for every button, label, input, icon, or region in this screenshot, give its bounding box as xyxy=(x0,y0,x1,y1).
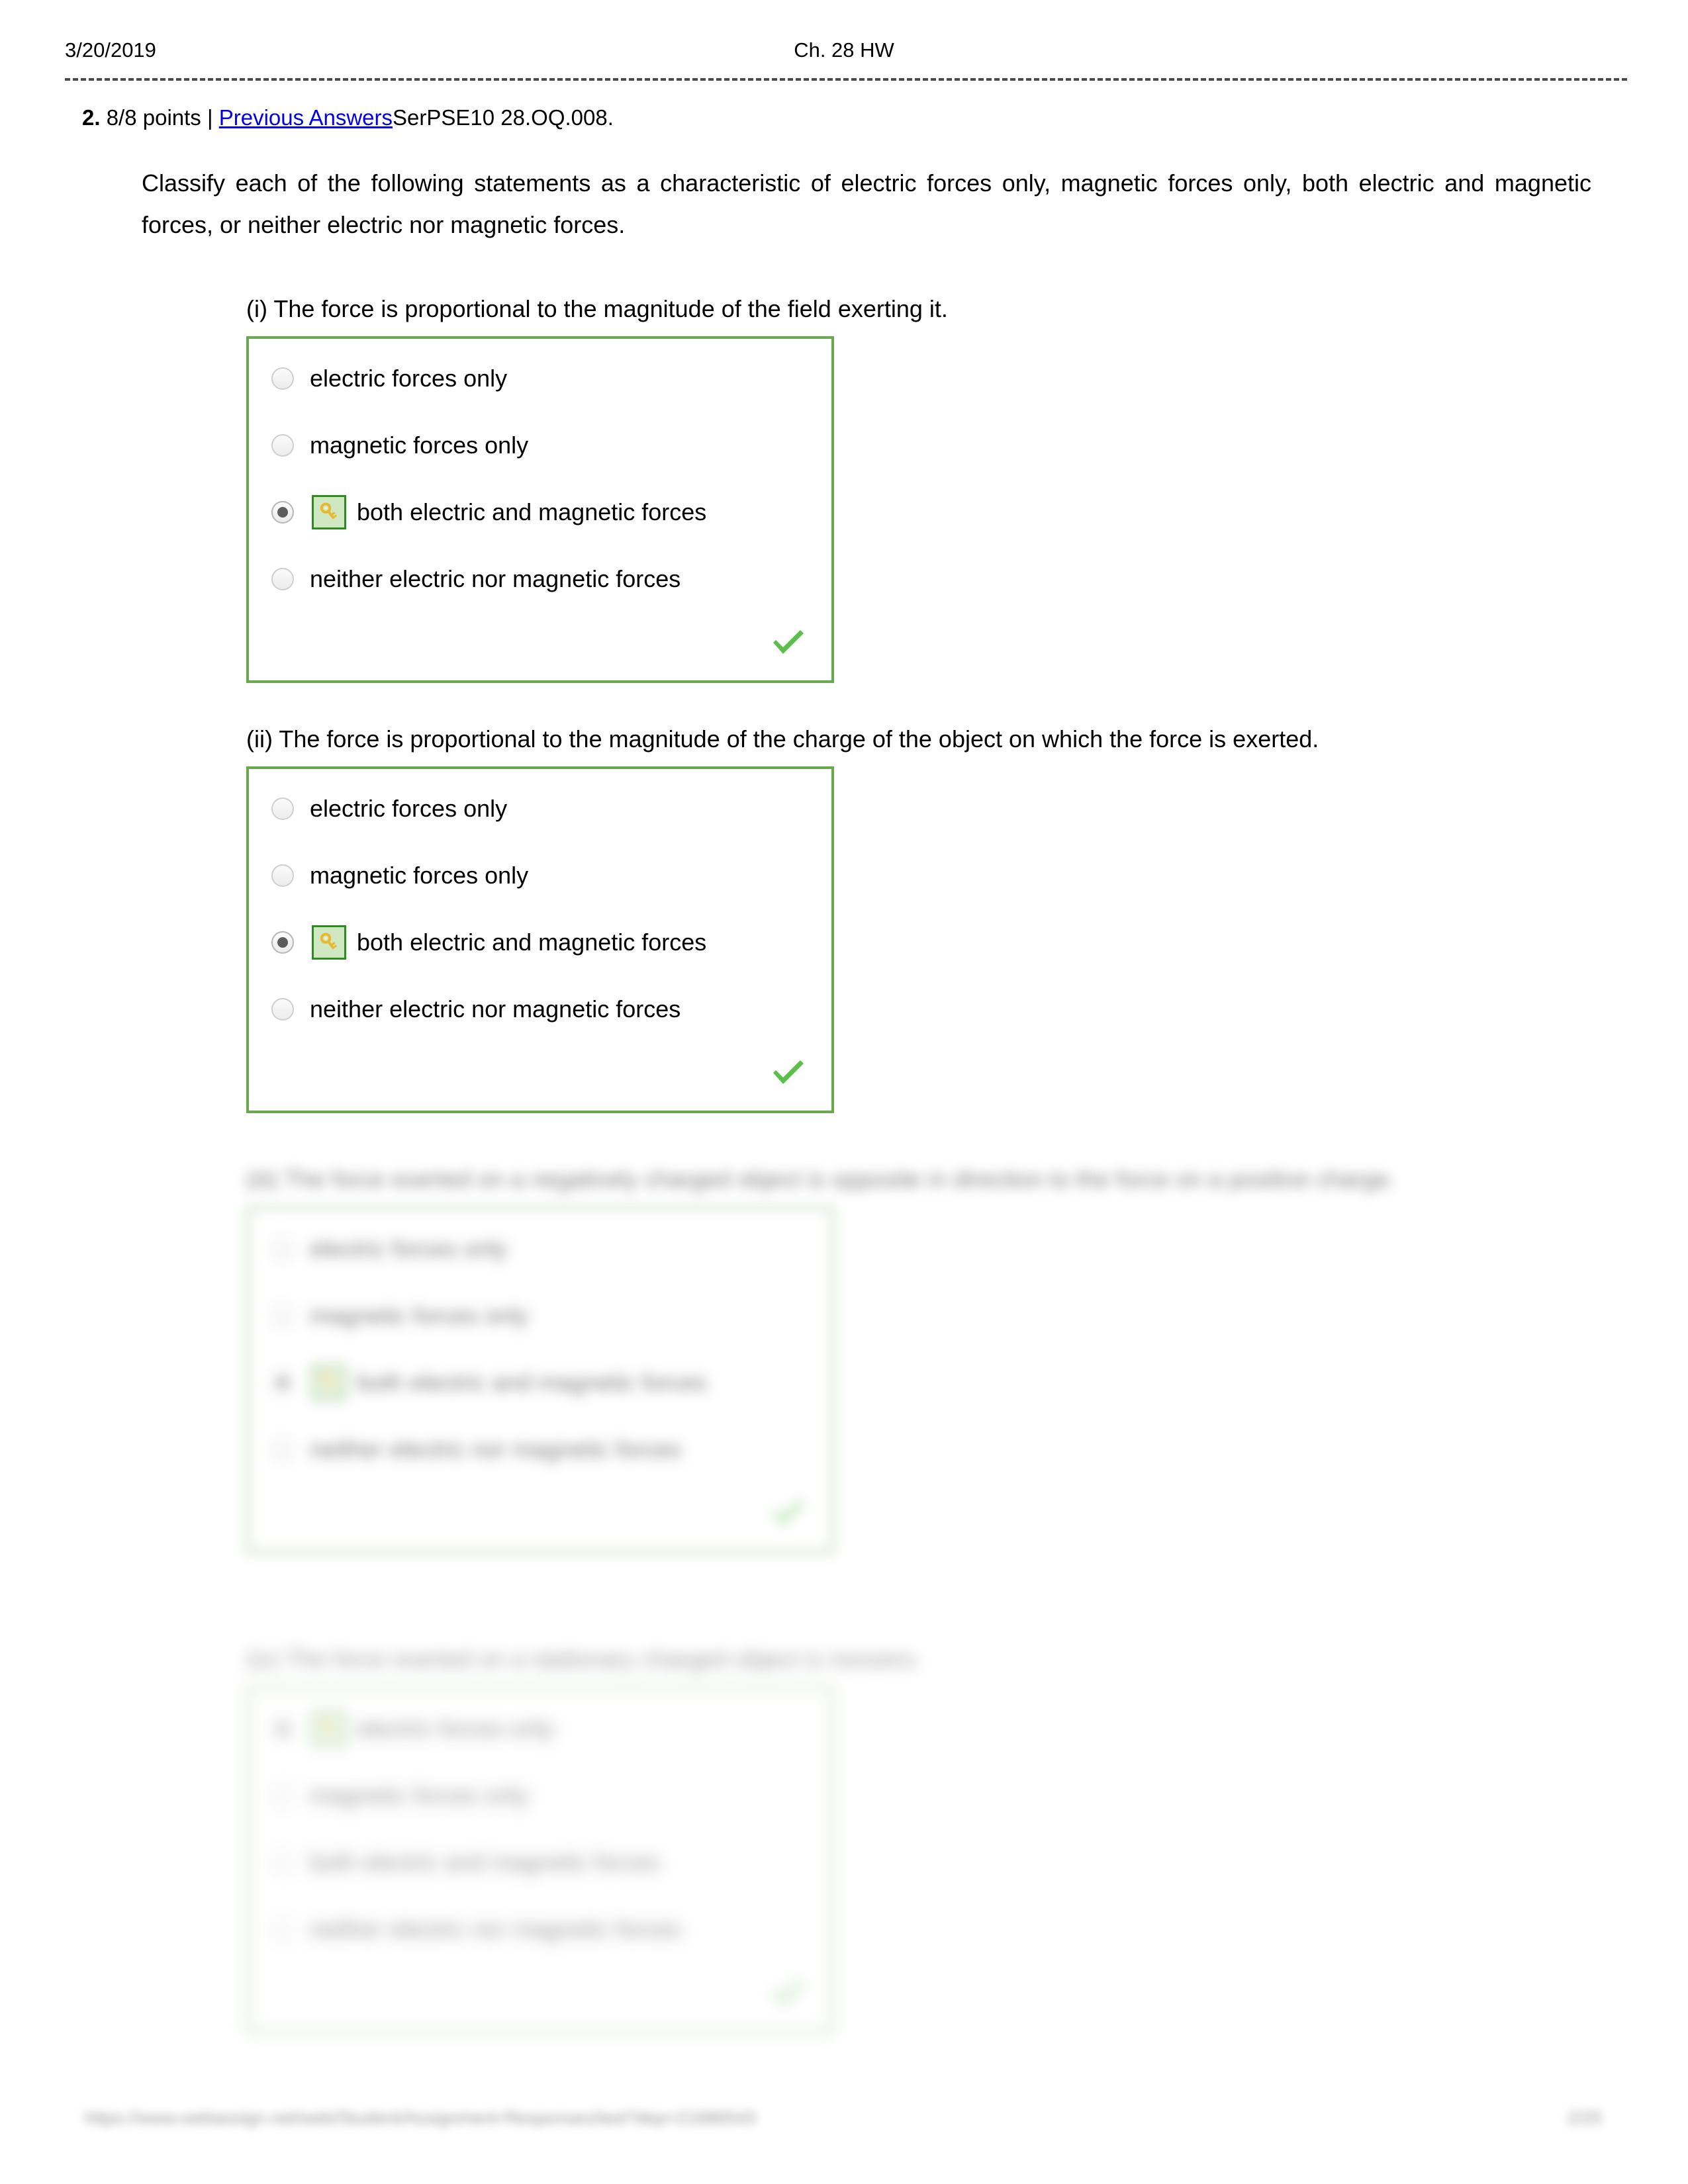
answer-option-label: magnetic forces only xyxy=(310,1302,529,1329)
question-code: SerPSE10 28.OQ.008. xyxy=(393,105,614,130)
answer-option-row[interactable]: both electric and magnetic forces xyxy=(249,1840,831,1885)
question-points: 8/8 points xyxy=(106,105,201,130)
question-part: (i) The force is proportional to the mag… xyxy=(246,288,1610,683)
answer-option-row[interactable]: magnetic forces only xyxy=(249,853,831,898)
footer-page-number: 2/25 xyxy=(1567,2108,1602,2128)
answer-option-row[interactable]: both electric and magnetic forces xyxy=(249,1360,831,1405)
answer-option-row[interactable]: electric forces only xyxy=(249,1226,831,1271)
answer-option-row[interactable]: both electric and magnetic forces xyxy=(249,490,831,535)
answer-option-row[interactable]: neither electric nor magnetic forces xyxy=(249,1427,831,1472)
question-part: (iii) The force exerted on a negatively … xyxy=(246,1158,1610,1553)
answer-option-label: both electric and magnetic forces xyxy=(310,1848,660,1876)
answer-option-label: electric forces only xyxy=(357,1715,555,1742)
answer-choice-box: electric forces only magnetic forces only… xyxy=(246,1206,834,1553)
answer-option-label: both electric and magnetic forces xyxy=(357,1369,707,1396)
radio-button[interactable] xyxy=(271,1918,294,1940)
radio-button-selected[interactable] xyxy=(271,501,294,523)
part-statement: (i) The force is proportional to the mag… xyxy=(246,295,948,322)
answer-option-row[interactable]: both electric and magnetic forces xyxy=(249,920,831,965)
answer-option-row[interactable]: electric forces only xyxy=(249,786,831,831)
answer-option-label: electric forces only xyxy=(310,795,508,822)
answer-option-label: magnetic forces only xyxy=(310,862,529,889)
answer-option-row[interactable]: magnetic forces only xyxy=(249,423,831,468)
radio-button[interactable] xyxy=(271,864,294,887)
page-footer: https://www.webassign.net/web/Student/As… xyxy=(0,2108,1688,2148)
correctness-row xyxy=(249,1974,831,2024)
header-divider xyxy=(65,78,1627,81)
key-icon xyxy=(312,925,346,960)
green-check-icon xyxy=(771,1978,806,2010)
key-icon xyxy=(312,1711,346,1746)
part-statement: (iii) The force exerted on a negatively … xyxy=(246,1165,1396,1193)
radio-button[interactable] xyxy=(271,998,294,1021)
previous-answers-link[interactable]: Previous Answers xyxy=(219,105,393,130)
answer-option-label: both electric and magnetic forces xyxy=(357,929,707,956)
correctness-row xyxy=(249,1054,831,1104)
radio-button[interactable] xyxy=(271,1784,294,1807)
question-part: (iv) The force exerted on a stationary c… xyxy=(246,1638,1610,2033)
radio-button[interactable] xyxy=(271,1851,294,1874)
radio-button-selected[interactable] xyxy=(271,1717,294,1740)
answer-option-label: neither electric nor magnetic forces xyxy=(310,995,681,1023)
answer-choice-box: electric forces only magnetic forces only… xyxy=(246,1686,834,2033)
green-check-icon xyxy=(771,1058,806,1090)
answer-option-label: both electric and magnetic forces xyxy=(357,498,707,525)
answer-choice-box: electric forces only magnetic forces only… xyxy=(246,336,834,683)
radio-button[interactable] xyxy=(271,797,294,820)
answer-option-label: neither electric nor magnetic forces xyxy=(310,1435,681,1463)
answer-option-label: neither electric nor magnetic forces xyxy=(310,1915,681,1942)
green-check-icon xyxy=(771,1498,806,1530)
answer-option-row[interactable]: magnetic forces only xyxy=(249,1293,831,1338)
green-check-icon xyxy=(771,627,806,660)
radio-button-selected[interactable] xyxy=(271,931,294,954)
answer-option-row[interactable]: electric forces only xyxy=(249,1706,831,1751)
answer-option-row[interactable]: electric forces only xyxy=(249,356,831,401)
correctness-row xyxy=(249,623,831,674)
radio-button[interactable] xyxy=(271,1304,294,1327)
radio-button[interactable] xyxy=(271,367,294,390)
radio-button-selected[interactable] xyxy=(271,1371,294,1394)
answer-option-row[interactable]: neither electric nor magnetic forces xyxy=(249,557,831,602)
answer-option-label: magnetic forces only xyxy=(310,1782,529,1809)
footer-url: https://www.webassign.net/web/Student/As… xyxy=(85,2108,756,2128)
radio-button[interactable] xyxy=(271,1438,294,1461)
answer-option-label: electric forces only xyxy=(310,365,508,392)
question-part: (ii) The force is proportional to the ma… xyxy=(246,718,1610,1113)
key-icon xyxy=(312,1365,346,1400)
answer-option-row[interactable]: magnetic forces only xyxy=(249,1773,831,1818)
part-statement: (ii) The force is proportional to the ma… xyxy=(246,725,1319,752)
answer-option-label: electric forces only xyxy=(310,1235,508,1262)
radio-button[interactable] xyxy=(271,1238,294,1260)
correctness-row xyxy=(249,1494,831,1544)
page-header: 3/20/2019 Ch. 28 HW xyxy=(0,37,1688,68)
radio-button[interactable] xyxy=(271,434,294,457)
key-icon xyxy=(312,495,346,529)
question-meta-line: 2. 8/8 points | Previous AnswersSerPSE10… xyxy=(82,103,614,133)
header-title: Ch. 28 HW xyxy=(794,38,894,62)
answer-option-label: magnetic forces only xyxy=(310,432,529,459)
answer-option-label: neither electric nor magnetic forces xyxy=(310,565,681,592)
answer-option-row[interactable]: neither electric nor magnetic forces xyxy=(249,1907,831,1952)
answer-option-row[interactable]: neither electric nor magnetic forces xyxy=(249,987,831,1032)
answer-choice-box: electric forces only magnetic forces only… xyxy=(246,766,834,1113)
part-statement: (iv) The force exerted on a stationary c… xyxy=(246,1645,921,1672)
question-number: 2. xyxy=(82,105,101,130)
meta-separator: | xyxy=(207,105,213,130)
radio-button[interactable] xyxy=(271,568,294,590)
question-prompt: Classify each of the following statement… xyxy=(142,169,1591,238)
